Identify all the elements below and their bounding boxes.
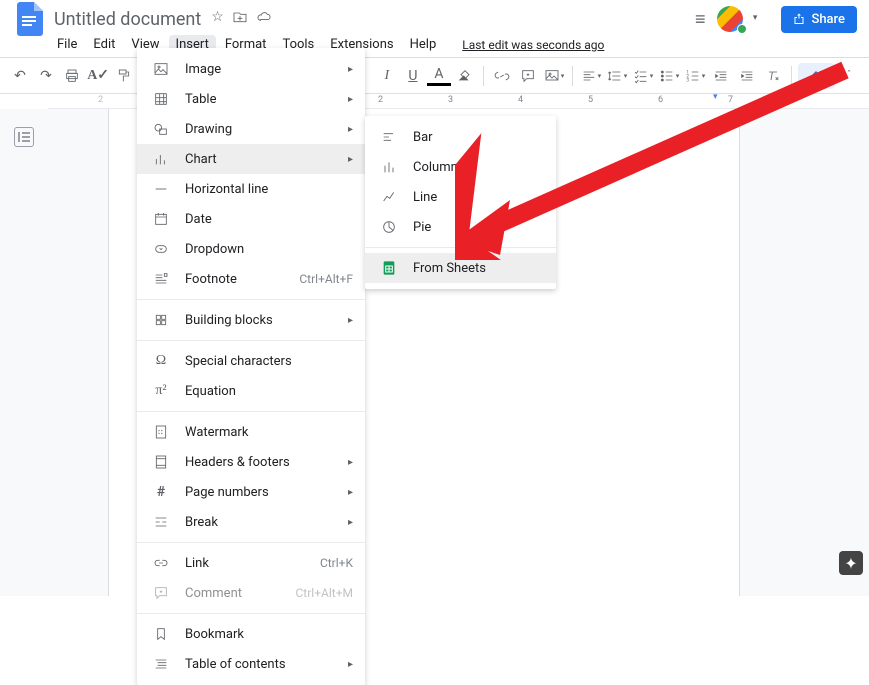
- image-button[interactable]: [542, 63, 566, 89]
- menu-date[interactable]: Date: [137, 204, 365, 234]
- hr-icon: [151, 179, 171, 199]
- share-label: Share: [811, 12, 845, 27]
- menu-drawing[interactable]: Drawing▸: [137, 114, 365, 144]
- menu-image[interactable]: Image▸: [137, 54, 365, 84]
- comment-history-icon[interactable]: ≡: [695, 9, 706, 30]
- blocks-icon: [151, 310, 171, 330]
- docs-logo[interactable]: [12, 1, 48, 37]
- menu-comment[interactable]: CommentCtrl+Alt+M: [137, 578, 365, 608]
- sheets-icon: [379, 258, 399, 278]
- print-icon[interactable]: [60, 63, 84, 89]
- table-icon: [151, 89, 171, 109]
- star-icon[interactable]: ☆: [211, 9, 224, 29]
- clearformat-button[interactable]: [761, 63, 785, 89]
- titlebar: Untitled document ☆ ≡ ▾ Share: [0, 0, 869, 32]
- menu-pagenum[interactable]: #Page numbers▸: [137, 477, 365, 507]
- checklist-button[interactable]: [631, 63, 655, 89]
- menu-toc[interactable]: Table of contents▸: [137, 649, 365, 679]
- bar-icon: [379, 127, 399, 147]
- menu-headers[interactable]: Headers & footers▸: [137, 447, 365, 477]
- menu-hr[interactable]: Horizontal line: [137, 174, 365, 204]
- menu-break[interactable]: Break▸: [137, 507, 365, 537]
- link-icon: [151, 553, 171, 573]
- italic-button[interactable]: I: [375, 63, 399, 89]
- document-title[interactable]: Untitled document: [54, 9, 201, 30]
- bulletlist-button[interactable]: [657, 63, 681, 89]
- chart-from-sheets[interactable]: From Sheets: [365, 253, 556, 283]
- menu-footnote[interactable]: FootnoteCtrl+Alt+F: [137, 264, 365, 294]
- share-button[interactable]: Share: [781, 6, 857, 33]
- chart-bar[interactable]: Bar: [365, 122, 556, 152]
- move-icon[interactable]: [232, 9, 248, 29]
- chart-icon: [151, 149, 171, 169]
- menu-bookmark[interactable]: Bookmark: [137, 619, 365, 649]
- menu-file[interactable]: File: [50, 35, 84, 54]
- toolbar: ↶ ↷ A✓ 11 + B I U A 123 ˆ: [0, 58, 869, 94]
- explore-button[interactable]: ✦: [839, 551, 863, 575]
- editmode-button[interactable]: [798, 63, 835, 89]
- watermark-icon: [151, 422, 171, 442]
- align-button[interactable]: [579, 63, 603, 89]
- menu-blocks[interactable]: Building blocks▸: [137, 305, 365, 335]
- dropdown-icon: [151, 239, 171, 259]
- column-icon: [379, 157, 399, 177]
- chart-pie[interactable]: Pie: [365, 212, 556, 242]
- redo-icon[interactable]: ↷: [34, 63, 58, 89]
- menu-special[interactable]: ΩSpecial characters: [137, 346, 365, 376]
- insert-menu: Image▸ Table▸ Drawing▸ Chart▸ Horizontal…: [137, 48, 365, 685]
- link-button[interactable]: [490, 63, 514, 89]
- chart-column[interactable]: Column: [365, 152, 556, 182]
- comment-button[interactable]: [516, 63, 540, 89]
- indent-decrease-button[interactable]: [709, 63, 733, 89]
- drawing-icon: [151, 119, 171, 139]
- chart-submenu: Bar Column Line Pie From Sheets: [365, 116, 556, 289]
- meet-icon[interactable]: ▾: [717, 6, 743, 32]
- undo-icon[interactable]: ↶: [8, 63, 32, 89]
- menu-edit[interactable]: Edit: [86, 35, 122, 54]
- highlight-button[interactable]: [453, 63, 477, 89]
- last-edit[interactable]: Last edit was seconds ago: [455, 36, 611, 54]
- image-icon: [151, 59, 171, 79]
- pie-icon: [379, 217, 399, 237]
- pi-icon: π²: [151, 381, 171, 401]
- spellcheck-icon[interactable]: A✓: [86, 63, 110, 89]
- toc-icon: [151, 654, 171, 674]
- menubar: File Edit View Insert Format Tools Exten…: [0, 32, 869, 58]
- menu-equation[interactable]: π²Equation: [137, 376, 365, 406]
- expand-up-button[interactable]: ˆ: [837, 63, 861, 89]
- headers-icon: [151, 452, 171, 472]
- paint-format-icon[interactable]: [112, 63, 136, 89]
- underline-button[interactable]: U: [401, 63, 425, 89]
- cloud-icon[interactable]: [256, 9, 272, 29]
- svg-text:3: 3: [686, 77, 689, 83]
- text-color-button[interactable]: A: [427, 66, 451, 86]
- bookmark-icon: [151, 624, 171, 644]
- indent-increase-button[interactable]: [735, 63, 759, 89]
- comment-icon: [151, 583, 171, 603]
- omega-icon: Ω: [151, 351, 171, 371]
- numberlist-button[interactable]: 123: [683, 63, 707, 89]
- menu-link[interactable]: LinkCtrl+K: [137, 548, 365, 578]
- hash-icon: #: [151, 482, 171, 502]
- footnote-icon: [151, 269, 171, 289]
- menu-chart[interactable]: Chart▸: [137, 144, 365, 174]
- menu-table[interactable]: Table▸: [137, 84, 365, 114]
- chart-line[interactable]: Line: [365, 182, 556, 212]
- break-icon: [151, 512, 171, 532]
- linespace-button[interactable]: [605, 63, 629, 89]
- menu-help[interactable]: Help: [403, 35, 444, 54]
- menu-dropdown[interactable]: Dropdown: [137, 234, 365, 264]
- date-icon: [151, 209, 171, 229]
- menu-watermark[interactable]: Watermark: [137, 417, 365, 447]
- line-icon: [379, 187, 399, 207]
- outline-toggle-icon[interactable]: [14, 127, 34, 147]
